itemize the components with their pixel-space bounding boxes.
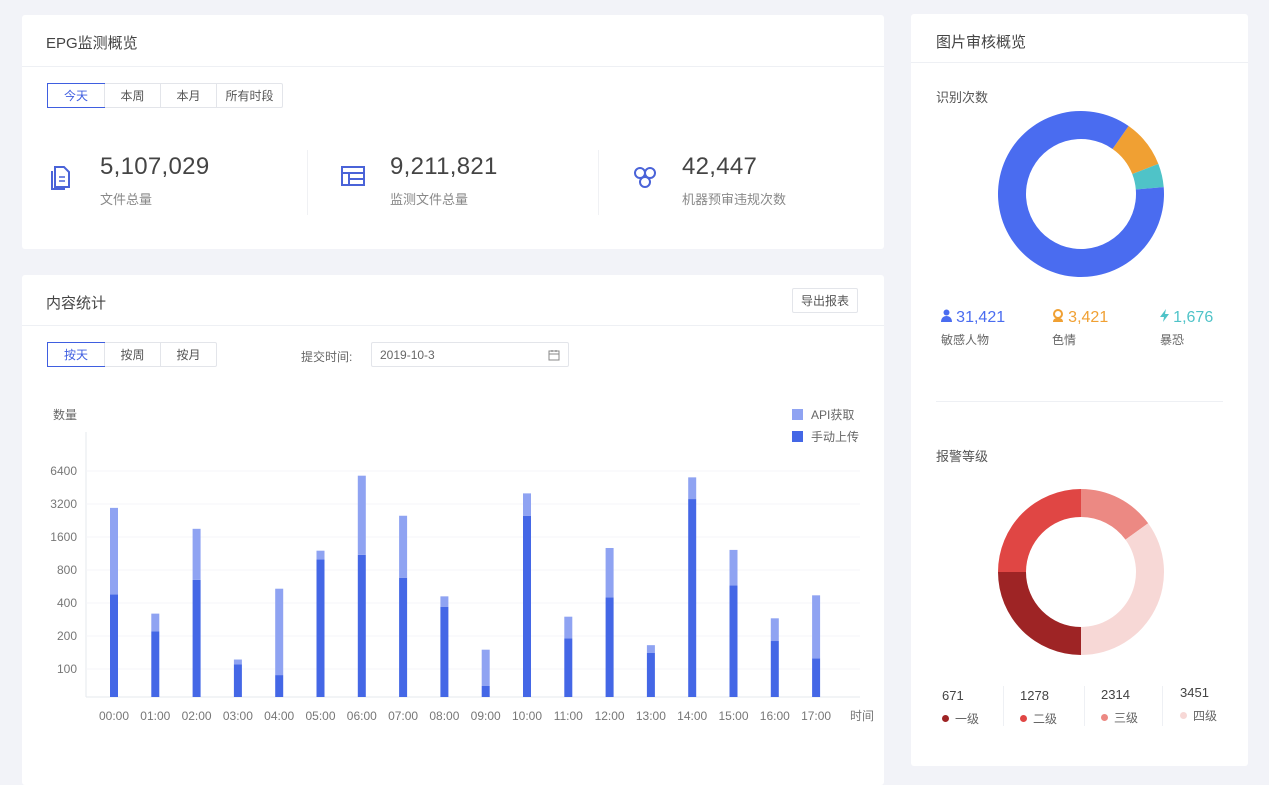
bar-manual [440,606,449,697]
recognition-stat-porn: 3,421 [1052,309,1108,327]
bar-api [110,507,118,595]
stat-value: 1,676 [1173,309,1214,326]
bar-api [646,645,655,653]
bar-manual [481,685,490,697]
y-tick-label: 100 [57,662,77,676]
bar-manual [564,638,573,697]
x-tick-label: 12:00 [595,709,625,723]
bar-manual [646,652,655,697]
alarm-label: 四级 [1193,709,1218,723]
x-tick-label: 11:00 [554,709,583,723]
bar-manual [192,579,201,697]
bar-manual [729,585,738,697]
bar-manual [605,597,614,697]
bar-manual [523,515,531,697]
stat-label: 暴恐 [1160,333,1185,347]
alarm-slice [998,572,1081,655]
bar-manual [770,641,779,697]
stat-label: 敏感人物 [941,333,990,347]
bar-api [399,515,408,578]
x-tick-label: 00:00 [99,709,129,723]
legend-label: API获取 [811,408,854,422]
bar-manual [399,577,408,697]
bolt-icon [1160,309,1169,322]
alarm-value: 671 [942,688,964,703]
x-tick-label: 15:00 [718,709,748,723]
bar-api [770,618,779,642]
bar-manual [812,658,821,697]
bar-manual [151,631,160,697]
x-axis-label: 时间 [850,709,874,723]
bar-api [523,493,531,516]
x-tick-label: 02:00 [182,709,212,723]
alarm-value: 1278 [1020,688,1049,703]
legend-swatch [792,431,803,442]
bar-api [192,528,201,580]
legend-label: 手动上传 [811,429,859,444]
bar-manual [110,594,118,697]
x-tick-label: 01:00 [140,709,170,723]
y-tick-label: 200 [57,629,77,643]
bar-api [812,595,821,659]
content-bar-chart: 数量 100 200 400 800 1600 3200 6400 00:00 01:00 02:0… [50,407,874,723]
bar-api [233,659,242,665]
x-tick-label: 13:00 [636,709,666,723]
donut-charts [998,111,1164,655]
bar-manual [316,559,325,697]
bar-api [316,550,325,560]
x-tick-label: 05:00 [305,709,335,723]
bar-manual [357,554,366,697]
recognition-stat-terror: 1,676 [1160,309,1213,327]
stat-value: 3,421 [1068,309,1109,326]
alarm-value: 3451 [1180,685,1209,700]
divider [1162,686,1163,726]
alarm-legend-3: 三级 [1101,709,1138,726]
y-tick-label: 1600 [50,530,77,544]
bar-manual [688,499,697,697]
x-tick-label: 10:00 [512,709,542,723]
x-tick-label: 04:00 [264,709,294,723]
recognition-stat-person: 31,421 [941,309,1005,327]
bar-api [605,547,614,598]
divider [1003,686,1004,726]
x-tick-label: 17:00 [801,709,831,723]
person-icon [941,309,952,322]
alarm-value: 2314 [1101,687,1130,702]
y-tick-label: 6400 [50,464,77,478]
bar-manual [233,664,242,697]
stat-label: 色情 [1052,333,1077,347]
x-tick-label: 09:00 [471,709,501,723]
alarm-slice [998,489,1081,572]
x-tick-label: 08:00 [429,709,459,723]
alarm-slice [1081,523,1164,655]
x-tick-label: 16:00 [760,709,790,723]
alarm-label: 三级 [1114,711,1139,725]
legend-swatch [792,409,803,420]
bar-api [481,649,490,686]
y-tick-label: 800 [57,563,77,577]
bar-api [440,596,449,607]
x-tick-label: 14:00 [677,709,707,723]
x-tick-label: 07:00 [388,709,418,723]
alarm-legend-1: 一级 [942,710,979,727]
bar-api [275,588,284,676]
bar-api [564,616,573,639]
x-tick-label: 06:00 [347,709,377,723]
alarm-legend-4: 四级 [1180,707,1217,724]
divider [1084,686,1085,726]
bar-api [151,613,160,632]
bar-api [729,549,738,586]
y-tick-label: 3200 [50,497,77,511]
female-icon [1053,309,1063,322]
x-tick-label: 03:00 [223,709,253,723]
alarm-label: 二级 [1033,712,1058,726]
y-tick-label: 400 [57,596,77,610]
y-axis-label: 数量 [53,407,77,422]
bar-api [357,475,366,555]
bar-api [688,477,697,500]
alarm-legend-2: 二级 [1020,710,1057,727]
alarm-label: 一级 [955,712,980,726]
bar-manual [275,675,284,697]
stat-value: 31,421 [956,309,1006,326]
